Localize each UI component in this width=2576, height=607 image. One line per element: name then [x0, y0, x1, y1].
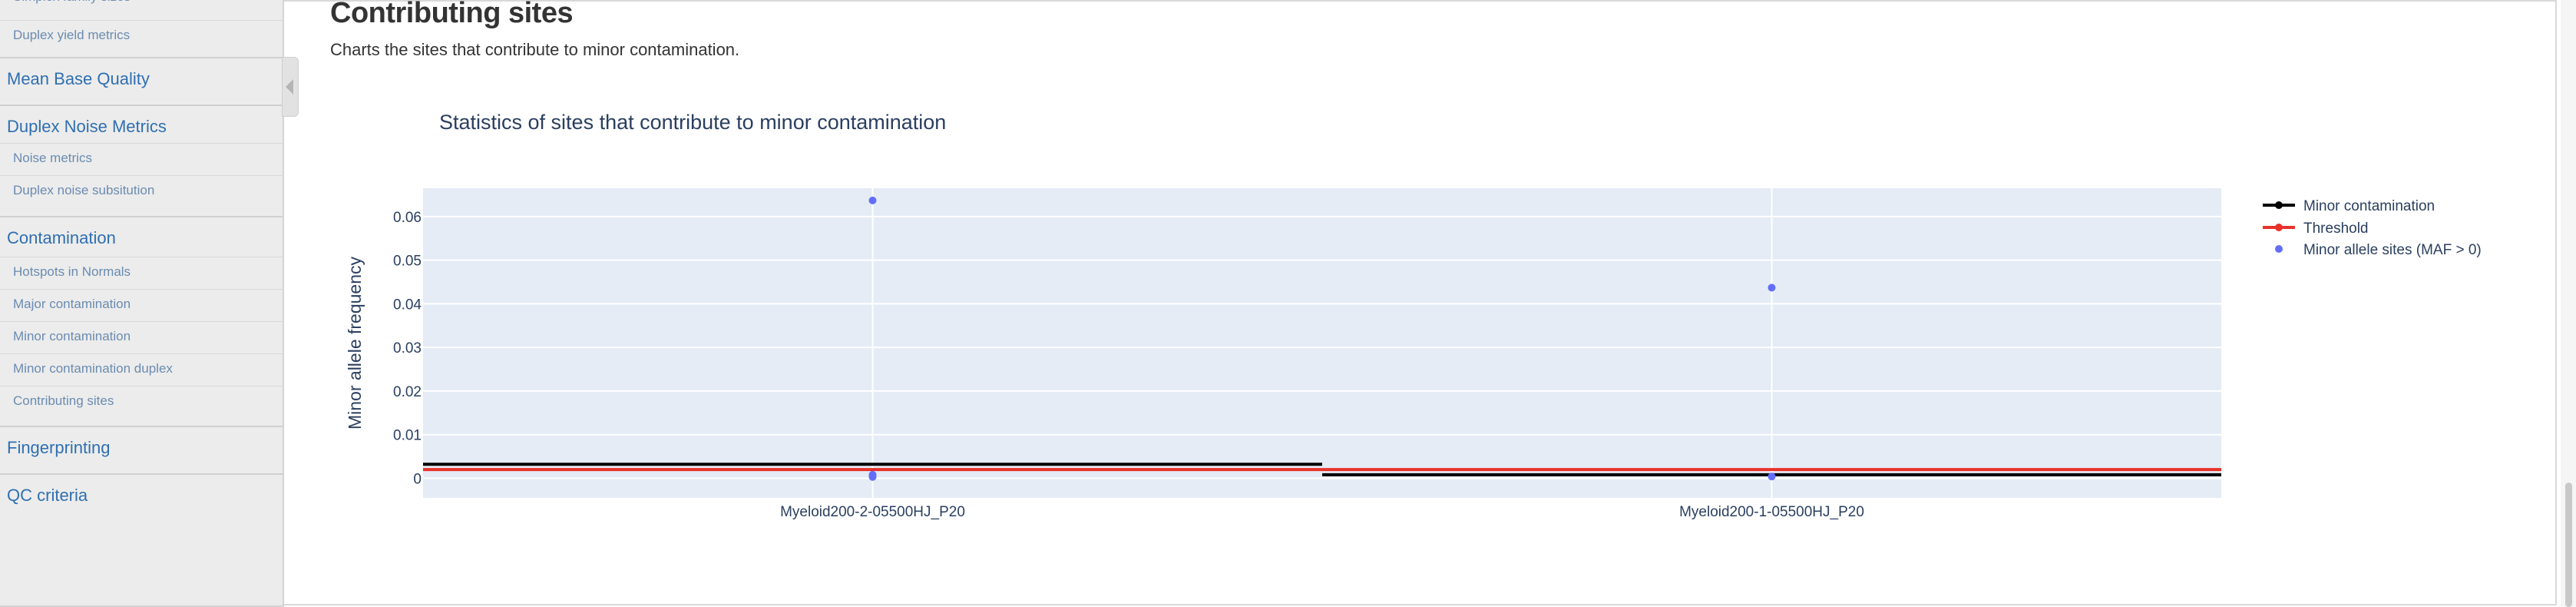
legend-marker-swatch: [2275, 245, 2283, 253]
y-tick-label: 0.03: [393, 340, 422, 357]
y-tick-label: 0.01: [393, 428, 422, 444]
minor-allele-site-point: [1767, 473, 1776, 481]
scrollbar-thumb[interactable]: [2565, 483, 2572, 607]
legend-entry-label: Threshold: [2303, 221, 2369, 237]
minor-allele-site-point: [1767, 284, 1776, 292]
legend-marker-swatch: [2275, 224, 2283, 231]
y-tick-label: 0: [413, 471, 422, 487]
x-tick-label: Myeloid200-2-05500HJ_P20: [780, 504, 965, 520]
minor-allele-site-point: [868, 196, 877, 204]
contributing-sites-chart: 0 0.01 0.02 0.03 0.04 0.05 0.06 Myeloid200-2-05…: [345, 111, 2482, 520]
y-tick-label: 0.05: [393, 254, 422, 270]
minor-allele-site-point: [868, 473, 877, 481]
page-scrollbar[interactable]: [2561, 0, 2576, 607]
y-tick-label: 0.06: [393, 210, 422, 226]
legend-entry-label: Minor contamination: [2303, 198, 2435, 214]
y-tick-label: 0.04: [393, 297, 422, 313]
x-tick-label: Myeloid200-1-05500HJ_P20: [1679, 504, 1864, 520]
y-tick-label: 0.02: [393, 384, 422, 400]
legend-entry-label: Minor allele sites (MAF > 0): [2303, 242, 2482, 258]
y-axis-label: Minor allele frequency: [345, 257, 365, 430]
plot-area: [423, 188, 2221, 498]
chart-title: Statistics of sites that contribute to m…: [439, 111, 946, 134]
legend-marker-swatch: [2275, 201, 2283, 209]
